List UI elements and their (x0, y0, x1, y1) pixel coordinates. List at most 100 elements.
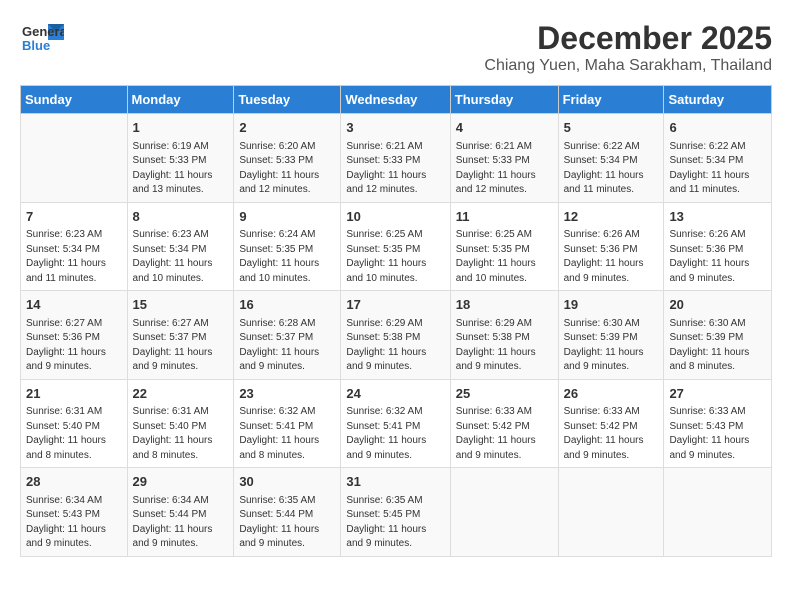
day-info: Sunrise: 6:30 AM Sunset: 5:39 PM Dayligh… (564, 317, 659, 375)
calendar-cell: 7Sunrise: 6:23 AM Sunset: 5:34 PM Daylig… (21, 202, 128, 291)
page-header: General Blue December 2025 Chiang Yuen, … (20, 20, 772, 75)
day-info: Sunrise: 6:33 AM Sunset: 5:43 PM Dayligh… (669, 405, 766, 463)
day-number: 4 (456, 118, 553, 138)
day-number: 1 (133, 118, 229, 138)
logo-icon: General Blue (20, 20, 64, 56)
day-info: Sunrise: 6:26 AM Sunset: 5:36 PM Dayligh… (669, 228, 766, 286)
calendar-cell: 31Sunrise: 6:35 AM Sunset: 5:45 PM Dayli… (341, 468, 450, 557)
day-number: 25 (456, 384, 553, 404)
calendar-cell: 11Sunrise: 6:25 AM Sunset: 5:35 PM Dayli… (450, 202, 558, 291)
day-number: 27 (669, 384, 766, 404)
calendar-cell: 10Sunrise: 6:25 AM Sunset: 5:35 PM Dayli… (341, 202, 450, 291)
svg-text:General: General (22, 24, 64, 39)
day-info: Sunrise: 6:29 AM Sunset: 5:38 PM Dayligh… (346, 317, 444, 375)
day-info: Sunrise: 6:28 AM Sunset: 5:37 PM Dayligh… (239, 317, 335, 375)
calendar-table: Sunday Monday Tuesday Wednesday Thursday… (20, 85, 772, 557)
day-number: 31 (346, 472, 444, 492)
day-number: 22 (133, 384, 229, 404)
calendar-cell (450, 468, 558, 557)
day-number: 5 (564, 118, 659, 138)
day-number: 13 (669, 207, 766, 227)
header-friday: Friday (558, 86, 664, 114)
day-number: 18 (456, 295, 553, 315)
calendar-cell: 4Sunrise: 6:21 AM Sunset: 5:33 PM Daylig… (450, 114, 558, 203)
day-number: 2 (239, 118, 335, 138)
day-number: 20 (669, 295, 766, 315)
calendar-cell: 15Sunrise: 6:27 AM Sunset: 5:37 PM Dayli… (127, 291, 234, 380)
day-info: Sunrise: 6:19 AM Sunset: 5:33 PM Dayligh… (133, 140, 229, 198)
day-info: Sunrise: 6:21 AM Sunset: 5:33 PM Dayligh… (346, 140, 444, 198)
day-info: Sunrise: 6:25 AM Sunset: 5:35 PM Dayligh… (456, 228, 553, 286)
day-number: 14 (26, 295, 122, 315)
calendar-cell: 18Sunrise: 6:29 AM Sunset: 5:38 PM Dayli… (450, 291, 558, 380)
calendar-cell: 21Sunrise: 6:31 AM Sunset: 5:40 PM Dayli… (21, 379, 128, 468)
header-sunday: Sunday (21, 86, 128, 114)
day-info: Sunrise: 6:29 AM Sunset: 5:38 PM Dayligh… (456, 317, 553, 375)
calendar-cell: 24Sunrise: 6:32 AM Sunset: 5:41 PM Dayli… (341, 379, 450, 468)
calendar-cell (664, 468, 772, 557)
calendar-cell: 14Sunrise: 6:27 AM Sunset: 5:36 PM Dayli… (21, 291, 128, 380)
day-info: Sunrise: 6:24 AM Sunset: 5:35 PM Dayligh… (239, 228, 335, 286)
logo: General Blue (20, 20, 64, 56)
location-title: Chiang Yuen, Maha Sarakham, Thailand (484, 57, 772, 75)
day-info: Sunrise: 6:32 AM Sunset: 5:41 PM Dayligh… (239, 405, 335, 463)
header-tuesday: Tuesday (234, 86, 341, 114)
day-info: Sunrise: 6:22 AM Sunset: 5:34 PM Dayligh… (564, 140, 659, 198)
calendar-cell: 12Sunrise: 6:26 AM Sunset: 5:36 PM Dayli… (558, 202, 664, 291)
calendar-cell: 9Sunrise: 6:24 AM Sunset: 5:35 PM Daylig… (234, 202, 341, 291)
header-saturday: Saturday (664, 86, 772, 114)
month-title: December 2025 (484, 20, 772, 57)
calendar-cell: 30Sunrise: 6:35 AM Sunset: 5:44 PM Dayli… (234, 468, 341, 557)
calendar-week-row: 1Sunrise: 6:19 AM Sunset: 5:33 PM Daylig… (21, 114, 772, 203)
calendar-cell: 6Sunrise: 6:22 AM Sunset: 5:34 PM Daylig… (664, 114, 772, 203)
calendar-cell: 8Sunrise: 6:23 AM Sunset: 5:34 PM Daylig… (127, 202, 234, 291)
day-number: 11 (456, 207, 553, 227)
day-info: Sunrise: 6:27 AM Sunset: 5:37 PM Dayligh… (133, 317, 229, 375)
day-info: Sunrise: 6:32 AM Sunset: 5:41 PM Dayligh… (346, 405, 444, 463)
day-info: Sunrise: 6:33 AM Sunset: 5:42 PM Dayligh… (564, 405, 659, 463)
day-info: Sunrise: 6:23 AM Sunset: 5:34 PM Dayligh… (26, 228, 122, 286)
calendar-cell: 28Sunrise: 6:34 AM Sunset: 5:43 PM Dayli… (21, 468, 128, 557)
day-number: 16 (239, 295, 335, 315)
day-number: 30 (239, 472, 335, 492)
calendar-cell: 2Sunrise: 6:20 AM Sunset: 5:33 PM Daylig… (234, 114, 341, 203)
day-number: 17 (346, 295, 444, 315)
day-info: Sunrise: 6:33 AM Sunset: 5:42 PM Dayligh… (456, 405, 553, 463)
svg-text:Blue: Blue (22, 38, 50, 53)
calendar-cell: 16Sunrise: 6:28 AM Sunset: 5:37 PM Dayli… (234, 291, 341, 380)
day-number: 7 (26, 207, 122, 227)
calendar-cell: 27Sunrise: 6:33 AM Sunset: 5:43 PM Dayli… (664, 379, 772, 468)
day-info: Sunrise: 6:35 AM Sunset: 5:44 PM Dayligh… (239, 494, 335, 552)
day-number: 6 (669, 118, 766, 138)
title-section: December 2025 Chiang Yuen, Maha Sarakham… (484, 20, 772, 75)
calendar-cell: 25Sunrise: 6:33 AM Sunset: 5:42 PM Dayli… (450, 379, 558, 468)
calendar-cell (21, 114, 128, 203)
calendar-cell: 5Sunrise: 6:22 AM Sunset: 5:34 PM Daylig… (558, 114, 664, 203)
day-info: Sunrise: 6:20 AM Sunset: 5:33 PM Dayligh… (239, 140, 335, 198)
calendar-cell: 26Sunrise: 6:33 AM Sunset: 5:42 PM Dayli… (558, 379, 664, 468)
day-info: Sunrise: 6:31 AM Sunset: 5:40 PM Dayligh… (133, 405, 229, 463)
calendar-cell: 1Sunrise: 6:19 AM Sunset: 5:33 PM Daylig… (127, 114, 234, 203)
calendar-cell: 20Sunrise: 6:30 AM Sunset: 5:39 PM Dayli… (664, 291, 772, 380)
day-info: Sunrise: 6:34 AM Sunset: 5:43 PM Dayligh… (26, 494, 122, 552)
day-number: 8 (133, 207, 229, 227)
day-info: Sunrise: 6:25 AM Sunset: 5:35 PM Dayligh… (346, 228, 444, 286)
day-number: 3 (346, 118, 444, 138)
day-info: Sunrise: 6:22 AM Sunset: 5:34 PM Dayligh… (669, 140, 766, 198)
calendar-cell: 3Sunrise: 6:21 AM Sunset: 5:33 PM Daylig… (341, 114, 450, 203)
calendar-body: 1Sunrise: 6:19 AM Sunset: 5:33 PM Daylig… (21, 114, 772, 557)
day-info: Sunrise: 6:23 AM Sunset: 5:34 PM Dayligh… (133, 228, 229, 286)
calendar-week-row: 28Sunrise: 6:34 AM Sunset: 5:43 PM Dayli… (21, 468, 772, 557)
calendar-cell: 22Sunrise: 6:31 AM Sunset: 5:40 PM Dayli… (127, 379, 234, 468)
calendar-cell: 23Sunrise: 6:32 AM Sunset: 5:41 PM Dayli… (234, 379, 341, 468)
header-monday: Monday (127, 86, 234, 114)
calendar-week-row: 7Sunrise: 6:23 AM Sunset: 5:34 PM Daylig… (21, 202, 772, 291)
calendar-cell: 13Sunrise: 6:26 AM Sunset: 5:36 PM Dayli… (664, 202, 772, 291)
day-number: 29 (133, 472, 229, 492)
day-number: 10 (346, 207, 444, 227)
day-number: 12 (564, 207, 659, 227)
day-number: 15 (133, 295, 229, 315)
day-info: Sunrise: 6:21 AM Sunset: 5:33 PM Dayligh… (456, 140, 553, 198)
day-number: 9 (239, 207, 335, 227)
day-info: Sunrise: 6:34 AM Sunset: 5:44 PM Dayligh… (133, 494, 229, 552)
